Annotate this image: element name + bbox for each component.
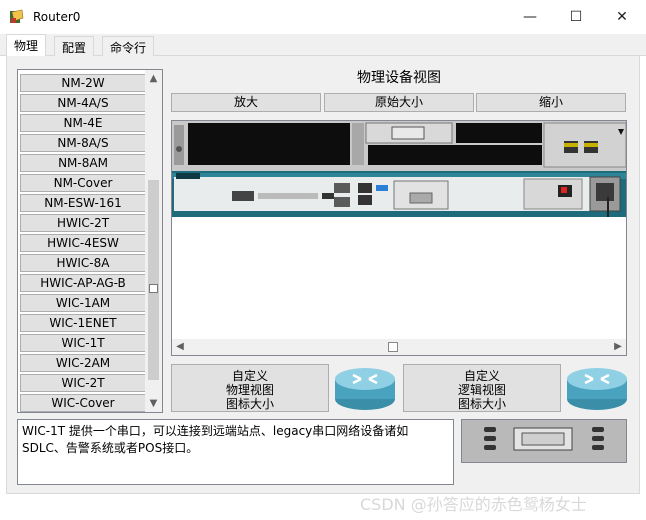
module-item[interactable]: WIC-1AM <box>20 294 146 312</box>
custom-physical-line: 图标大小 <box>225 397 274 411</box>
custom-physical-icon-button[interactable]: 自定义 物理视图 图标大小 <box>171 364 329 412</box>
module-item[interactable]: WIC-2AM <box>20 354 146 372</box>
module-item[interactable]: HWIC-8A <box>20 254 146 272</box>
tab-bar: 物理 配置 命令行 <box>0 34 646 57</box>
router-icon[interactable] <box>333 361 397 413</box>
wic-1t-module-image <box>462 420 626 462</box>
module-list-scrollbar[interactable]: ▲ ▼ <box>145 70 162 412</box>
module-list[interactable]: NM-2W NM-4A/S NM-4E NM-8A/S NM-8AM NM-Co… <box>17 69 163 413</box>
zoom-out-button[interactable]: 缩小 <box>476 93 626 112</box>
module-item[interactable]: WIC-2T <box>20 374 146 392</box>
zoom-in-button[interactable]: 放大 <box>171 93 321 112</box>
tab-config[interactable]: 配置 <box>54 36 95 56</box>
module-item[interactable]: WIC-Cover <box>20 394 146 412</box>
custom-physical-line: 自定义 <box>231 369 268 383</box>
module-item[interactable]: NM-2W <box>20 74 146 92</box>
module-item[interactable]: WIC-1ENET <box>20 314 146 332</box>
module-item[interactable]: NM-4E <box>20 114 146 132</box>
module-item[interactable]: NM-ESW-161 <box>20 194 146 212</box>
window-title: Router0 <box>33 10 81 24</box>
original-size-button[interactable]: 原始大小 <box>324 93 474 112</box>
scroll-right-icon[interactable]: ▶ <box>610 339 626 355</box>
scroll-left-icon[interactable]: ◀ <box>172 339 188 355</box>
scroll-thumb[interactable] <box>148 180 159 380</box>
router-icon[interactable] <box>565 361 629 413</box>
module-description: WIC-1T 提供一个串口，可以连接到远端站点、legacy串口网络设备诸如SD… <box>17 419 454 485</box>
minimize-button[interactable]: — <box>507 0 553 34</box>
module-item[interactable]: HWIC-4ESW <box>20 234 146 252</box>
tab-physical[interactable]: 物理 <box>6 34 47 57</box>
custom-logical-icon-button[interactable]: 自定义 逻辑视图 图标大小 <box>403 364 561 412</box>
module-item[interactable]: HWIC-AP-AG-B <box>20 274 146 292</box>
module-item[interactable]: HWIC-2T <box>20 214 146 232</box>
watermark: CSDN @孙答应的赤色鸳杨女士 <box>360 495 587 514</box>
packet-tracer-app-icon <box>10 9 24 23</box>
tab-cli[interactable]: 命令行 <box>102 36 155 56</box>
device-view-hscrollbar[interactable]: ◀ ▶ <box>172 339 626 355</box>
device-view-area[interactable]: ◀ ▶ <box>171 120 627 356</box>
module-item[interactable]: NM-4A/S <box>20 94 146 112</box>
custom-physical-line: 物理视图 <box>225 383 274 397</box>
custom-logical-line: 图标大小 <box>457 397 506 411</box>
module-preview-image <box>461 419 627 463</box>
physical-tab-panel: NM-2W NM-4A/S NM-4E NM-8A/S NM-8AM NM-Co… <box>6 56 640 494</box>
close-button[interactable]: ✕ <box>599 0 645 34</box>
custom-logical-line: 自定义 <box>463 369 500 383</box>
hscroll-thumb[interactable] <box>388 342 398 352</box>
scroll-down-icon[interactable]: ▼ <box>145 395 162 412</box>
module-item[interactable]: WIC-1T <box>20 334 146 352</box>
maximize-button[interactable]: ☐ <box>553 0 599 34</box>
scroll-up-icon[interactable]: ▲ <box>145 70 162 87</box>
custom-logical-line: 逻辑视图 <box>457 383 506 397</box>
module-item[interactable]: NM-8AM <box>20 154 146 172</box>
scroll-thumb-grip <box>149 284 158 293</box>
module-item[interactable]: NM-8A/S <box>20 134 146 152</box>
module-item[interactable]: NM-Cover <box>20 174 146 192</box>
physical-view-title: 物理设备视图 <box>357 70 441 86</box>
router-chassis <box>172 121 626 217</box>
title-bar: Router0 — ☐ ✕ <box>0 0 646 34</box>
